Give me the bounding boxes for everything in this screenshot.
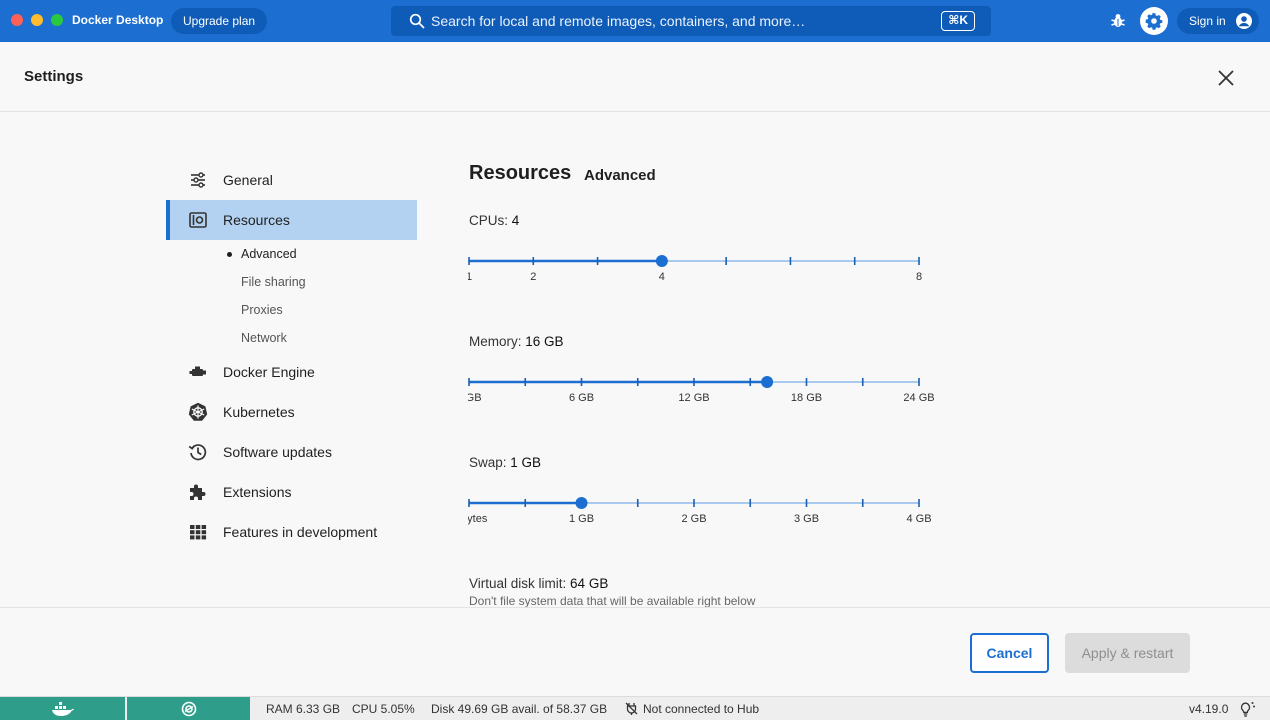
disk-limit-label: Virtual disk limit: 64 GB [469,576,608,591]
sidebar-item-label: Kubernetes [223,404,295,420]
extension-status-icon [181,701,197,717]
slider-tick-label: 3 GB [793,513,820,525]
slider-tick-label: 24 GB [903,392,935,404]
sidebar-item-kubernetes[interactable]: Kubernetes [166,392,417,432]
cpus-value: 4 [511,213,520,228]
memory-value: 16 GB [525,334,564,349]
sidebar-item-label: Docker Engine [223,364,315,380]
settings-content: Resources Advanced CPUs: 4 1 2 4 8 Memory: … [468,112,1268,607]
memory-slider[interactable]: 1 GB 6 GB 12 GB 18 GB 24 GB [468,362,935,404]
slider-tick-label: 12 GB [678,392,710,404]
puzzle-icon [190,484,206,500]
window-zoom-button[interactable] [51,14,63,26]
slider-tick-label: 4 [658,271,665,283]
slider-tick-label: 1 GB [568,513,595,525]
slider-thumb[interactable] [575,497,588,509]
sidebar-item-label: Software updates [223,444,332,460]
slider-tick-label: 2 [530,271,537,283]
disk-usage: Disk 49.69 GB avail. of 58.37 GB [431,702,608,716]
swap-label-text: Swap: [469,455,507,470]
page-title: Settings [24,68,84,85]
slider-tick-label: 1 GB [468,392,482,404]
apply-restart-button[interactable]: Apply & restart [1065,633,1190,673]
slider-tick-label: 1 [468,271,473,283]
account-icon [1236,13,1252,29]
sidebar-item-general[interactable]: General [166,160,417,200]
upgrade-plan-button[interactable]: Upgrade plan [171,8,268,34]
cpus-label: CPUs: 4 [469,213,519,228]
slider-tick-label: 2 GB [681,513,707,525]
cpus-slider-graphic [468,255,920,267]
sliders-icon [191,172,205,188]
subitem-network[interactable]: Network [241,331,287,345]
disk-limit-description: Don't file system data that will be avai… [469,594,756,607]
window-minimize-button[interactable] [31,14,43,26]
section-subheading: Advanced [584,167,656,184]
memory-label-text: Memory: [469,334,522,349]
hub-status: Not connected to Hub [643,702,760,716]
resources-icon [189,212,207,228]
sidebar-item-resources[interactable]: Resources [166,200,417,240]
sign-in-label: Sign in [1189,14,1226,28]
sidebar-item-label: General [223,172,273,188]
subitem-file-sharing[interactable]: File sharing [241,275,306,289]
settings-header: Settings [0,42,1270,112]
hub-disconnected-icon [625,702,638,715]
memory-label: Memory: 16 GB [469,334,564,349]
subitem-advanced[interactable]: Advanced [241,247,297,261]
slider-thumb[interactable] [761,376,774,388]
slider-thumb[interactable] [655,255,668,267]
slider-tick-label: 6 GB [568,392,595,404]
sidebar-item-extensions[interactable]: Extensions [166,472,417,512]
status-bar: RAM 6.33 GB CPU 5.05% Disk 49.69 GB avai… [0,696,1270,720]
gear-icon [1145,12,1163,30]
engine-status-button[interactable] [0,697,125,720]
app-title: Docker Desktop [72,13,164,27]
slider-tick-label: 4 GB [906,513,932,525]
search-icon [409,13,425,29]
sidebar-item-software-updates[interactable]: Software updates [166,432,417,472]
troubleshoot-bug-icon[interactable] [1109,12,1127,30]
sidebar-item-docker-engine[interactable]: Docker Engine [166,352,417,392]
sidebar-item-label: Extensions [223,484,292,500]
history-icon [188,444,207,461]
cpus-slider[interactable]: 1 2 4 8 [468,241,928,283]
lightbulb-icon[interactable] [1238,700,1256,718]
settings-footer: Cancel Apply & restart [0,607,1270,696]
slider-tick-label: 18 GB [790,392,823,404]
swap-slider[interactable]: 0 Bytes 1 GB 2 GB 3 GB 4 GB [468,483,932,525]
cpu-usage: CPU 5.05% [352,702,415,716]
window-close-button[interactable] [11,14,23,26]
swap-value: 1 GB [510,455,542,470]
docker-engine-icon [189,366,206,376]
disk-limit-value: 64 GB [570,576,609,591]
subitem-proxies[interactable]: Proxies [241,303,283,317]
close-icon[interactable] [1214,66,1238,90]
sidebar-item-label: Resources [223,212,290,228]
slider-tick-label: 0 Bytes [468,513,488,525]
sidebar-item-features-in-development[interactable]: Features in development [166,512,417,552]
search-shortcut-badge: ⌘K [941,11,975,31]
grid-icon [190,525,207,540]
slider-tick-label: 8 [915,271,923,283]
sign-in-button[interactable]: Sign in [1177,8,1259,34]
disk-limit-label-text: Virtual disk limit: [469,576,567,591]
settings-button[interactable] [1140,7,1168,35]
cpus-label-text: CPUs: [469,213,509,228]
docker-whale-icon [52,702,74,716]
kubernetes-icon [188,402,208,421]
swap-label: Swap: 1 GB [469,455,541,470]
search-bar[interactable]: Search for local and remote images, cont… [391,6,991,36]
title-bar: Docker Desktop Upgrade plan Search for l… [0,0,1270,42]
sidebar-item-label: Features in development [223,524,378,540]
current-subitem-bullet [227,252,232,257]
ram-usage: RAM 6.33 GB [266,702,341,716]
section-heading: Resources [469,162,572,184]
search-placeholder: Search for local and remote images, cont… [431,13,806,29]
extensions-status-button[interactable] [127,697,250,720]
version-label: v4.19.0 [1189,702,1229,716]
cancel-button[interactable]: Cancel [970,633,1049,673]
